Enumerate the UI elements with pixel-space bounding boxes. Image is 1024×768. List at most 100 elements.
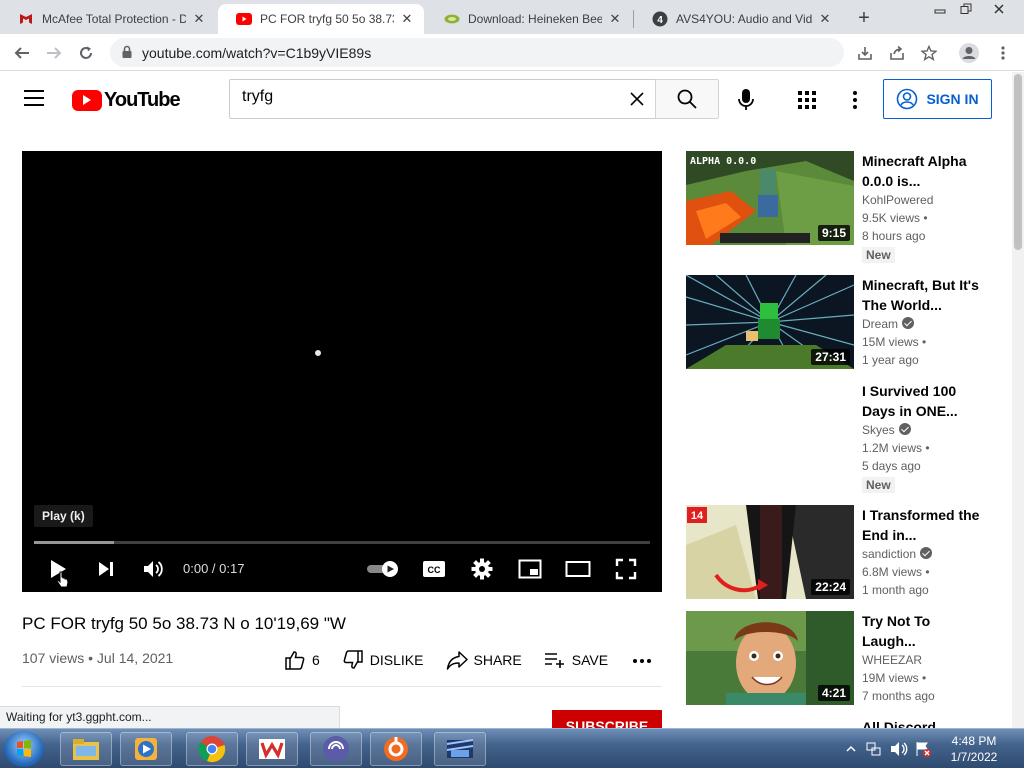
tab-avs4you[interactable]: 4 AVS4YOU: Audio and Video ✕	[634, 4, 842, 34]
video-thumbnail[interactable]	[686, 381, 854, 475]
view-count: 15M views •	[862, 335, 927, 349]
settings-button[interactable]	[468, 555, 496, 583]
search-input[interactable]	[242, 88, 622, 106]
dislike-button[interactable]: DISLIKE	[342, 649, 424, 671]
taskbar-app-avs[interactable]	[310, 732, 362, 766]
save-label: SAVE	[571, 652, 609, 668]
recommendation-item[interactable]: I Survived 100 Days in ONE... Skyes 1.2M…	[686, 381, 1006, 499]
forward-button[interactable]	[41, 40, 67, 66]
autoplay-toggle-icon	[367, 561, 398, 577]
clear-search-icon[interactable]	[626, 88, 648, 110]
network-icon[interactable]	[866, 741, 882, 757]
taskbar-app-chrome[interactable]	[186, 732, 238, 766]
close-icon[interactable]: ✕	[190, 10, 208, 28]
subscribe-button[interactable]: SUBSCRIBE	[552, 710, 662, 730]
miniplayer-button[interactable]	[516, 555, 544, 583]
scrollbar-thumb[interactable]	[1014, 74, 1022, 250]
speaker-icon[interactable]	[890, 741, 908, 757]
action-center-flag-icon[interactable]	[914, 740, 932, 758]
mcafee-icon	[18, 11, 34, 27]
taskbar-app-orange[interactable]	[370, 732, 422, 766]
share-button[interactable]: SHARE	[446, 650, 522, 670]
taskbar-app-wps[interactable]	[246, 732, 298, 766]
youtube-masthead: YouTube SIGN IN	[0, 72, 1012, 128]
share-page-icon[interactable]	[884, 40, 910, 66]
channel-name: Skyes	[862, 423, 895, 437]
view-count: 1.2M views •	[862, 441, 930, 455]
upload-age: 8 hours ago	[862, 229, 926, 243]
browser-menu-icon[interactable]	[990, 40, 1016, 66]
wps-icon	[259, 739, 285, 759]
save-button[interactable]: SAVE	[544, 650, 608, 670]
media-player-icon	[135, 738, 157, 760]
thumbnail-label: 14	[691, 510, 704, 522]
close-window-button[interactable]	[984, 0, 1014, 18]
recommendation-item[interactable]: 14 22:24 I Transformed the End in... san…	[686, 505, 1006, 605]
close-icon[interactable]: ✕	[398, 10, 416, 28]
thumbs-up-icon	[285, 651, 305, 670]
profile-avatar-icon[interactable]	[956, 40, 982, 66]
theater-mode-button[interactable]	[564, 555, 592, 583]
reload-button[interactable]	[73, 40, 99, 66]
tab-youtube[interactable]: PC FOR tryfg 50 5o 38.73 N ✕	[218, 4, 424, 34]
progress-bar[interactable]	[34, 541, 650, 544]
share-label: SHARE	[473, 652, 522, 668]
tab-mcafee[interactable]: McAfee Total Protection - D ✕	[0, 4, 216, 34]
autoplay-toggle[interactable]	[364, 555, 402, 583]
recommendation-item[interactable]: 4:21 Try Not To Laugh... WHEEZAR 19M vie…	[686, 611, 1006, 711]
lock-icon	[122, 45, 132, 58]
settings-more-icon[interactable]	[844, 89, 866, 111]
hamburger-menu-icon[interactable]	[24, 90, 48, 110]
system-clock[interactable]: 4:48 PM 1/7/2022	[946, 733, 1002, 765]
tab-heineken[interactable]: Download: Heineken Beer ✕	[426, 4, 632, 34]
video-title: PC FOR tryfg 50 5o 38.73 N o 10'19,69 "W	[22, 614, 346, 633]
start-button[interactable]	[4, 731, 44, 767]
page-scrollbar[interactable]	[1012, 72, 1024, 728]
windows-taskbar: 4:48 PM 1/7/2022	[0, 728, 1024, 768]
video-title: I Transformed the End in...	[862, 507, 980, 543]
screen: McAfee Total Protection - D ✕ PC FOR try…	[0, 0, 1024, 768]
video-player[interactable]: Play (k) 0:00 / 0:17 CC	[22, 151, 662, 592]
voice-search-button[interactable]	[733, 87, 759, 113]
new-tab-button[interactable]: +	[852, 6, 876, 30]
apps-grid-icon[interactable]	[796, 89, 818, 111]
taskbar-app-video-editor[interactable]	[434, 732, 486, 766]
sign-in-button[interactable]: SIGN IN	[883, 79, 992, 119]
install-app-icon[interactable]	[852, 40, 878, 66]
next-button[interactable]	[92, 555, 120, 583]
taskbar-app-explorer[interactable]	[60, 732, 112, 766]
new-badge: New	[862, 247, 895, 263]
volume-button[interactable]	[139, 555, 167, 583]
youtube-logo[interactable]: YouTube	[72, 88, 181, 112]
video-thumbnail[interactable]: 14 22:24	[686, 505, 854, 599]
video-thumbnail[interactable]: ALPHA 0.0.0 9:15	[686, 151, 854, 245]
video-thumbnail[interactable]: 27:31	[686, 275, 854, 369]
recommendation-item[interactable]: 27:31 Minecraft, But It's The World... D…	[686, 275, 1006, 375]
close-icon[interactable]: ✕	[816, 10, 834, 28]
address-bar[interactable]: youtube.com/watch?v=C1b9yVIE89s	[110, 38, 844, 67]
like-button[interactable]: 6	[284, 649, 320, 671]
divider	[22, 686, 662, 687]
recommendation-item[interactable]: ALPHA 0.0.0 9:15 Minecraft Alpha 0.0.0 i…	[686, 151, 1006, 269]
recommendation-item[interactable]: All Discord	[686, 717, 1006, 728]
fullscreen-button[interactable]	[612, 555, 640, 583]
play-tooltip: Play (k)	[34, 505, 93, 527]
captions-button[interactable]: CC	[420, 555, 448, 583]
restore-button[interactable]	[952, 0, 980, 18]
upload-age: 1 month ago	[862, 583, 929, 597]
search-button[interactable]	[655, 79, 719, 119]
search-box[interactable]	[229, 79, 656, 119]
tab-title: AVS4YOU: Audio and Video	[676, 12, 812, 26]
more-actions-icon[interactable]	[630, 650, 654, 670]
video-thumbnail[interactable]: 4:21	[686, 611, 854, 705]
tab-title: PC FOR tryfg 50 5o 38.73 N	[260, 12, 394, 26]
show-hidden-icons-icon[interactable]	[846, 744, 856, 754]
video-duration: 22:24	[811, 579, 850, 595]
back-button[interactable]	[9, 40, 35, 66]
bookmark-star-icon[interactable]	[916, 40, 942, 66]
taskbar-app-media-player[interactable]	[120, 732, 172, 766]
video-title: Minecraft Alpha 0.0.0 is...	[862, 153, 967, 189]
like-count: 6	[312, 652, 320, 668]
close-icon[interactable]: ✕	[606, 10, 624, 28]
minimize-button[interactable]	[926, 0, 954, 18]
